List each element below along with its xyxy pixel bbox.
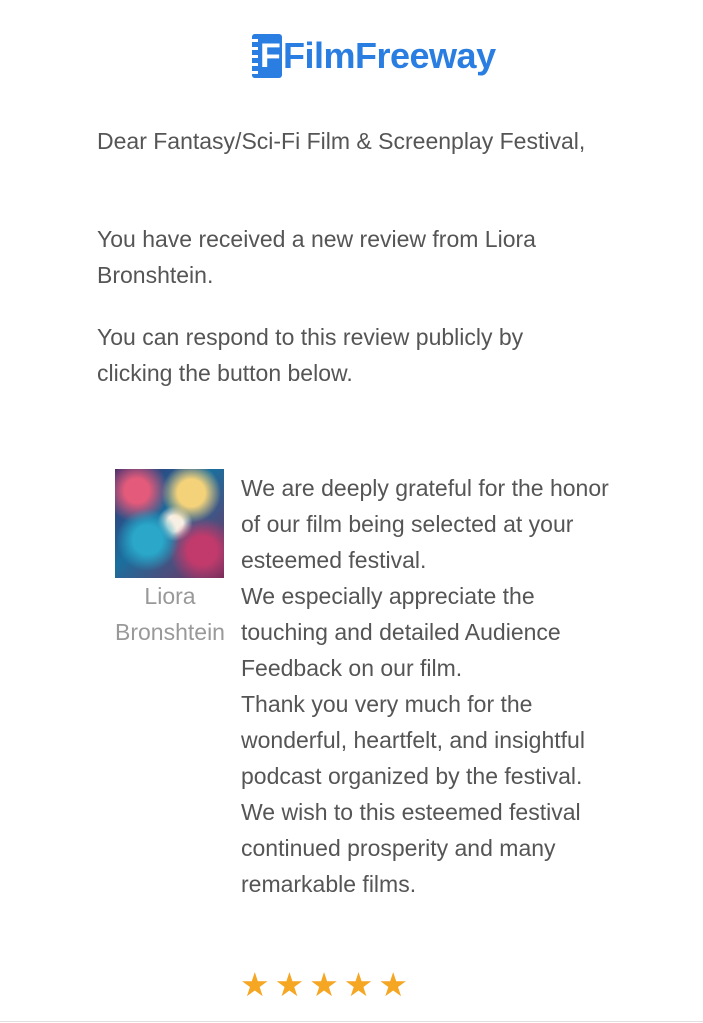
star-icon: ★ (378, 966, 408, 1003)
star-icon: ★ (274, 966, 305, 1003)
filmfreeway-logo-mark-icon: F (252, 34, 282, 78)
review-text: We are deeply grateful for the honor of … (241, 470, 621, 902)
reviewer-avatar (115, 469, 224, 578)
review-paragraph: We wish to this esteemed festival contin… (241, 799, 581, 897)
star-rating: ★ ★ ★ ★ ★ (240, 966, 408, 1004)
review-paragraph: We especially appreciate the touching an… (241, 583, 561, 681)
star-icon: ★ (240, 966, 270, 1003)
divider (0, 1021, 703, 1022)
logo-mark-letter: F (260, 37, 281, 75)
star-icon: ★ (309, 966, 339, 1003)
logo-text: FilmFreeway (283, 35, 496, 76)
review-paragraph: Thank you very much for the wonderful, h… (241, 691, 585, 789)
review-paragraph: We are deeply grateful for the honor of … (241, 475, 609, 573)
email-greeting: Dear Fantasy/Sci-Fi Film & Screenplay Fe… (97, 128, 586, 154)
filmfreeway-logo[interactable]: F FilmFreeway (252, 32, 496, 80)
email-instruction: You can respond to this review publicly … (97, 324, 524, 386)
email-intro: You have received a new review from Lior… (97, 226, 536, 288)
reviewer-name: Liora Bronshtein (115, 583, 225, 645)
star-icon: ★ (343, 966, 374, 1003)
